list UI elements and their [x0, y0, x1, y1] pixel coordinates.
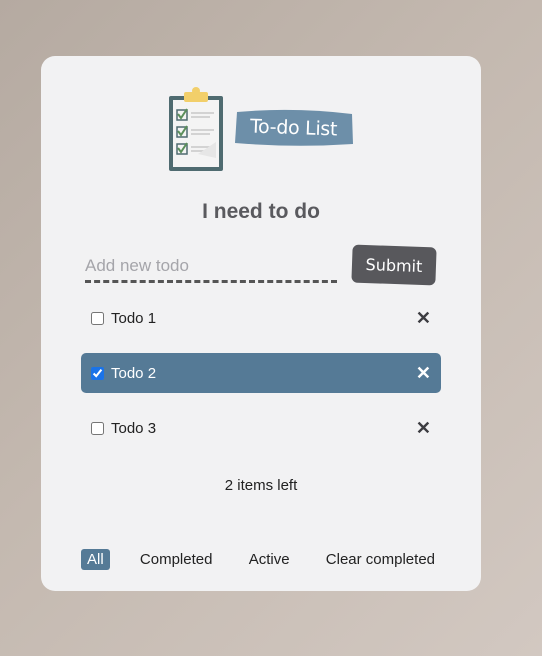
- items-left-count: 2 items left: [224, 477, 298, 494]
- logo-banner: To-do List: [234, 108, 354, 148]
- filter-active-button[interactable]: Active: [243, 549, 296, 570]
- todo-checkbox[interactable]: [91, 311, 104, 325]
- clipboard-checklist-icon: [169, 87, 223, 171]
- todo-text: Todo 1: [111, 309, 157, 327]
- todo-text: Todo 2: [111, 364, 157, 382]
- filter-bar: All Completed Active Clear completed: [81, 547, 441, 571]
- delete-icon[interactable]: ✕: [416, 309, 431, 327]
- todo-text: Todo 3: [111, 419, 157, 437]
- delete-icon[interactable]: ✕: [416, 364, 431, 382]
- todo-checkbox[interactable]: [91, 421, 104, 435]
- clear-completed-button[interactable]: Clear completed: [320, 549, 441, 570]
- todo-checkbox[interactable]: [91, 366, 104, 380]
- todo-item[interactable]: Todo 2 ✕: [81, 353, 441, 393]
- todo-card: To-do List I need to do Submit Todo 1 ✕ …: [41, 56, 481, 591]
- page-title: I need to do: [202, 200, 320, 223]
- logo-label: To-do List: [250, 115, 338, 141]
- submit-button[interactable]: Submit: [351, 244, 437, 286]
- app-logo: To-do List: [168, 86, 358, 174]
- delete-icon[interactable]: ✕: [416, 419, 431, 437]
- filter-all-button[interactable]: All: [81, 548, 110, 570]
- todo-item[interactable]: Todo 1 ✕: [81, 298, 441, 338]
- filter-completed-button[interactable]: Completed: [134, 549, 219, 570]
- new-todo-input[interactable]: [85, 252, 337, 283]
- todo-item[interactable]: Todo 3 ✕: [81, 408, 441, 448]
